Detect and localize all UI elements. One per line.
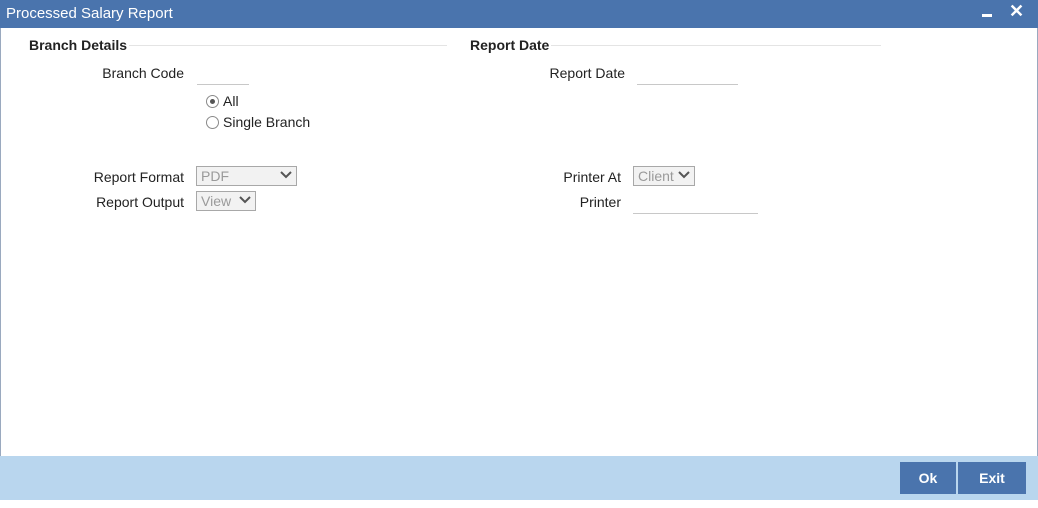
bottom-strip [0,500,1038,508]
report-format-value: PDF [201,168,229,184]
report-output-label: Report Output [96,194,184,210]
printer-input[interactable] [633,193,758,213]
footer-bar: Ok Exit [0,456,1038,500]
report-output-select[interactable]: View [196,191,256,211]
section-title-branch-details: Branch Details [29,37,128,53]
chevron-down-icon [678,171,690,179]
branch-code-input[interactable] [197,64,249,84]
branch-code-underline [197,84,249,85]
minimize-icon[interactable] [980,4,994,22]
report-date-underline [637,84,738,85]
radio-all-indicator[interactable] [206,94,219,108]
printer-underline [633,213,758,214]
window-title: Processed Salary Report [6,5,173,22]
title-bar: Processed Salary Report ✕ [0,0,1038,28]
printer-label: Printer [579,194,621,210]
report-format-label: Report Format [93,169,184,185]
section-divider [551,45,881,46]
exit-button[interactable]: Exit [958,462,1026,494]
report-date-label: Report Date [549,65,625,81]
chevron-down-icon [239,196,251,204]
section-title-report-date: Report Date [470,37,550,53]
report-date-input[interactable] [637,64,738,84]
radio-all-label: All [223,93,239,109]
printer-at-value: Client [638,168,674,184]
ok-button[interactable]: Ok [900,462,956,494]
printer-at-label: Printer At [563,169,621,185]
radio-all[interactable]: All [206,93,239,109]
section-divider [129,45,447,46]
report-format-select[interactable]: PDF [196,166,297,186]
branch-code-label: Branch Code [102,65,184,81]
radio-single-branch-label: Single Branch [223,114,311,130]
printer-at-select[interactable]: Client [633,166,695,186]
report-form: Branch Details Report Date Branch Code A… [0,28,1038,456]
radio-single-branch-indicator[interactable] [206,115,219,129]
chevron-down-icon [280,171,292,179]
close-icon[interactable]: ✕ [1009,2,1024,20]
report-output-value: View [201,193,232,209]
radio-single-branch[interactable]: Single Branch [206,114,310,130]
